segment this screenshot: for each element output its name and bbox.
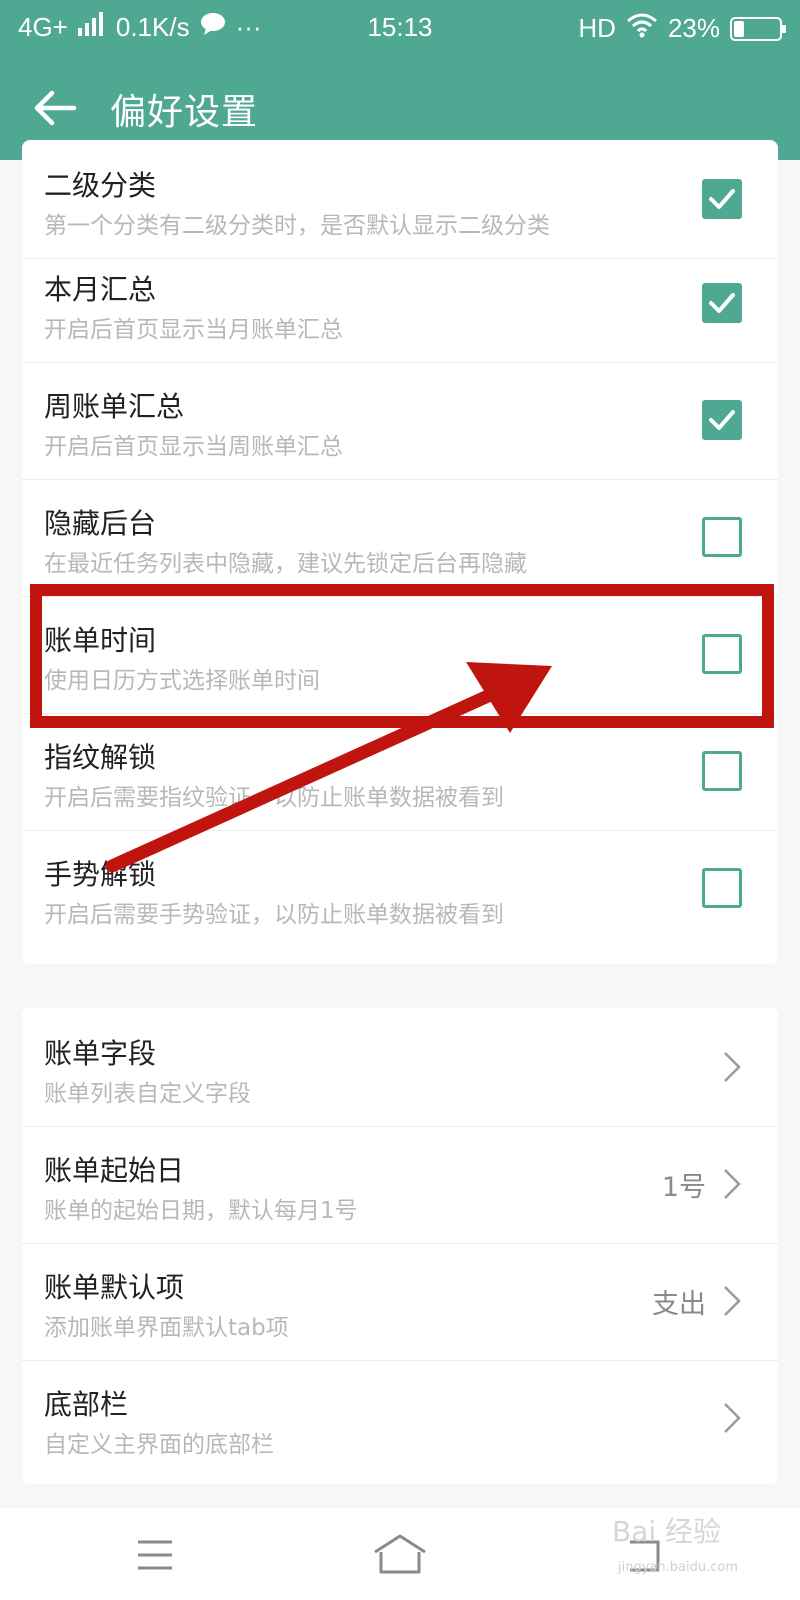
- checkbox[interactable]: [702, 751, 742, 791]
- setting-title: 账单时间: [44, 624, 157, 657]
- setting-title: 账单字段: [44, 1037, 157, 1070]
- setting-subtitle: 自定义主界面的底部栏: [44, 1432, 274, 1458]
- setting-value: 1号: [661, 1172, 706, 1203]
- setting-row-secondary-category[interactable]: 二级分类 第一个分类有二级分类时，是否默认显示二级分类: [22, 140, 778, 259]
- menu-icon[interactable]: [120, 1530, 190, 1580]
- setting-title: 隐藏后台: [44, 507, 157, 540]
- setting-title: 底部栏: [44, 1388, 129, 1421]
- setting-row-fingerprint-unlock[interactable]: 指纹解锁 开启后需要指纹验证，以防止账单数据被看到: [22, 712, 778, 831]
- check-icon: [709, 293, 735, 313]
- battery-percent: 23%: [667, 13, 720, 43]
- setting-title: 账单默认项: [44, 1271, 185, 1304]
- page-title: 偏好设置: [110, 92, 259, 133]
- checkbox[interactable]: [702, 634, 742, 674]
- setting-row-bottom-bar[interactable]: 底部栏 自定义主界面的底部栏: [22, 1359, 778, 1478]
- watermark: Bai 经验 jingyan.baidu.com: [612, 1510, 792, 1580]
- hd-label: HD: [578, 13, 616, 43]
- checkbox[interactable]: [702, 868, 742, 908]
- chevron-right-icon: [722, 1284, 742, 1318]
- setting-row-bill-time[interactable]: 账单时间 使用日历方式选择账单时间: [22, 595, 778, 714]
- setting-subtitle: 开启后需要指纹验证，以防止账单数据被看到: [44, 785, 504, 811]
- chevron-right-icon: [722, 1050, 742, 1084]
- checkbox[interactable]: [702, 400, 742, 440]
- watermark-text: Bai 经验: [612, 1515, 722, 1548]
- home-icon[interactable]: [365, 1530, 435, 1580]
- back-arrow-icon[interactable]: [30, 83, 80, 133]
- setting-title: 二级分类: [44, 169, 157, 202]
- setting-subtitle: 账单的起始日期，默认每月1号: [44, 1198, 358, 1224]
- checkbox[interactable]: [702, 283, 742, 323]
- setting-title: 账单起始日: [44, 1154, 185, 1187]
- wifi-icon: [626, 12, 658, 45]
- setting-row-weekly-summary[interactable]: 周账单汇总 开启后首页显示当周账单汇总: [22, 361, 778, 480]
- checkbox[interactable]: [702, 517, 742, 557]
- setting-title: 指纹解锁: [44, 741, 157, 774]
- setting-subtitle: 添加账单界面默认tab项: [44, 1315, 289, 1341]
- setting-row-bill-default[interactable]: 账单默认项 添加账单界面默认tab项 支出: [22, 1242, 778, 1361]
- toggle-settings-card: 二级分类 第一个分类有二级分类时，是否默认显示二级分类 本月汇总 开启后首页显示…: [22, 140, 778, 964]
- check-icon: [709, 410, 735, 430]
- battery-fill: [734, 20, 744, 37]
- watermark-url: jingyan.baidu.com: [618, 1560, 738, 1575]
- setting-subtitle: 在最近任务列表中隐藏，建议先锁定后台再隐藏: [44, 551, 527, 577]
- setting-title: 手势解锁: [44, 858, 157, 891]
- setting-title: 本月汇总: [44, 273, 157, 306]
- setting-row-bill-fields[interactable]: 账单字段 账单列表自定义字段: [22, 1008, 778, 1127]
- setting-subtitle: 使用日历方式选择账单时间: [44, 668, 320, 694]
- check-icon: [709, 189, 735, 209]
- link-settings-card: 账单字段 账单列表自定义字段 账单起始日 账单的起始日期，默认每月1号 1号 账…: [22, 1008, 778, 1484]
- setting-subtitle: 开启后首页显示当月账单汇总: [44, 317, 343, 343]
- checkbox[interactable]: [702, 179, 742, 219]
- setting-row-gesture-unlock[interactable]: 手势解锁 开启后需要手势验证，以防止账单数据被看到: [22, 829, 778, 948]
- setting-value: 支出: [652, 1289, 706, 1320]
- setting-row-hide-background[interactable]: 隐藏后台 在最近任务列表中隐藏，建议先锁定后台再隐藏: [22, 478, 778, 597]
- setting-subtitle: 开启后需要手势验证，以防止账单数据被看到: [44, 902, 504, 928]
- setting-subtitle: 账单列表自定义字段: [44, 1081, 251, 1107]
- chevron-right-icon: [722, 1401, 742, 1435]
- setting-row-bill-start-day[interactable]: 账单起始日 账单的起始日期，默认每月1号 1号: [22, 1125, 778, 1244]
- chevron-right-icon: [722, 1167, 742, 1201]
- status-right: HD 23%: [578, 12, 786, 45]
- setting-title: 周账单汇总: [44, 390, 185, 423]
- status-bar: 4G+ 0.1K/s ··· 15:13 HD 23%: [0, 0, 800, 55]
- setting-subtitle: 第一个分类有二级分类时，是否默认显示二级分类: [44, 213, 550, 239]
- setting-row-monthly-summary[interactable]: 本月汇总 开启后首页显示当月账单汇总: [22, 244, 778, 363]
- setting-subtitle: 开启后首页显示当周账单汇总: [44, 434, 343, 460]
- battery-icon: [730, 16, 786, 41]
